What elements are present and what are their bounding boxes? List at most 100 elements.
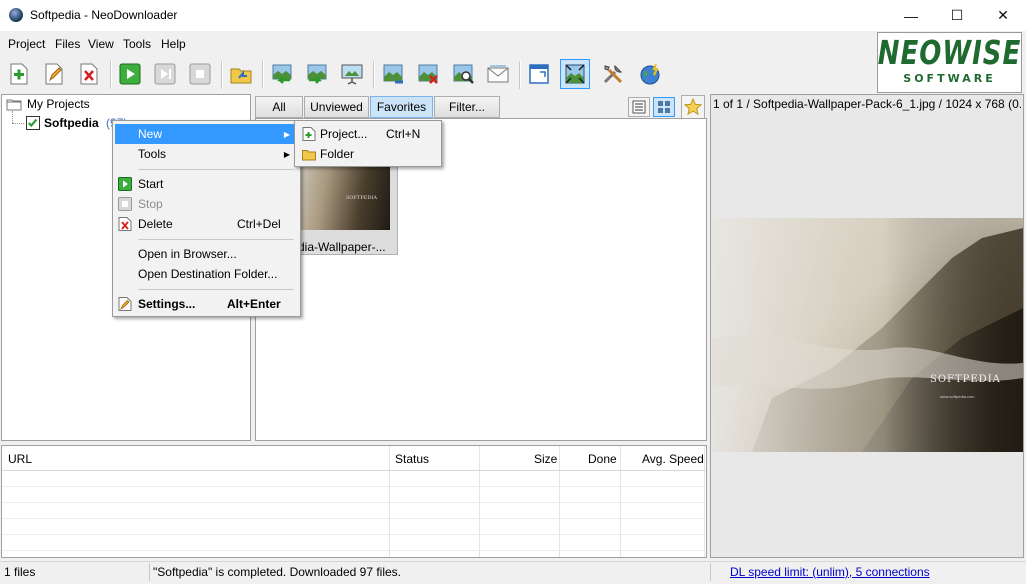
star-icon: [684, 98, 702, 116]
column-status[interactable]: Status: [395, 452, 429, 466]
tree-line: [12, 123, 24, 125]
foggy-forest-image: [712, 218, 1023, 452]
toolbar-separator: [221, 61, 223, 89]
menu-item-new[interactable]: New ▶: [115, 124, 298, 144]
menu-files[interactable]: Files: [55, 37, 80, 51]
status-message: "Softpedia" is completed. Downloaded 97 …: [153, 565, 401, 579]
resume-icon[interactable]: [152, 61, 178, 87]
fullscreen-icon[interactable]: [560, 59, 590, 89]
toolbar-separator: [110, 61, 112, 89]
preview-image: SOFTPEDIA www.softpedia.com: [712, 218, 1023, 452]
submenu-arrow-icon: ▶: [283, 149, 290, 159]
menu-item-settings[interactable]: Settings... Alt+Enter: [115, 294, 298, 314]
column-size[interactable]: Size: [534, 452, 557, 466]
email-icon[interactable]: [485, 61, 511, 87]
submenu-item-project-label: Project...: [320, 127, 368, 141]
column-done[interactable]: Done: [588, 452, 617, 466]
menu-item-settings-shortcut: Alt+Enter: [227, 297, 281, 311]
tab-unviewed[interactable]: Unviewed: [304, 96, 369, 118]
column-avg-speed[interactable]: Avg. Speed: [642, 452, 704, 466]
delete-icon[interactable]: [76, 61, 102, 87]
edit-icon[interactable]: [41, 61, 67, 87]
folder-icon: [302, 150, 316, 161]
neowise-logo: NEOWISE SOFTWARE: [877, 32, 1022, 93]
menu-help[interactable]: Help: [161, 37, 186, 51]
preview-watermark-url: www.softpedia.com: [940, 394, 975, 399]
globe-icon[interactable]: [637, 61, 663, 87]
menu-item-start[interactable]: Start: [115, 174, 298, 194]
menu-item-new-label: New: [138, 127, 163, 141]
submenu-item-project-shortcut: Ctrl+N: [386, 127, 421, 141]
menu-item-open-browser[interactable]: Open in Browser...: [115, 244, 298, 264]
thumbnail-watermark: SOFTPEDIA: [346, 195, 377, 201]
new-project-icon[interactable]: [6, 61, 32, 87]
app-icon: [9, 8, 23, 22]
maximize-icon: ☐: [950, 7, 964, 23]
tree-project-label[interactable]: Softpedia: [44, 116, 99, 130]
tab-favorites[interactable]: Favorites: [370, 96, 433, 118]
logo-word: NEOWISE: [877, 34, 1022, 73]
grid-view-icon: [658, 101, 670, 113]
open-folder-icon[interactable]: [228, 61, 254, 87]
menu-view[interactable]: View: [88, 37, 114, 51]
close-button[interactable]: ✕: [980, 0, 1026, 31]
submenu-item-folder[interactable]: Folder: [297, 144, 439, 164]
menu-item-delete-shortcut: Ctrl+Del: [237, 217, 281, 231]
thumbnail-view-button[interactable]: [653, 97, 675, 117]
tree-root-label[interactable]: My Projects: [27, 97, 90, 111]
menu-separator: [138, 239, 294, 240]
start-icon[interactable]: [117, 61, 143, 87]
menu-separator: [138, 169, 294, 170]
image-search-icon[interactable]: [450, 61, 476, 87]
list-view-button[interactable]: [628, 97, 650, 117]
menu-item-delete-label: Delete: [138, 217, 173, 231]
folder-icon: [6, 97, 22, 111]
submenu-item-folder-label: Folder: [320, 147, 355, 161]
maximize-button[interactable]: ☐: [934, 0, 980, 31]
speed-limit-link[interactable]: DL speed limit: (unlim), 5 connections: [730, 565, 930, 579]
menu-separator: [138, 289, 294, 290]
delete-icon: [118, 217, 132, 231]
column-url[interactable]: URL: [8, 452, 32, 466]
checkbox-icon[interactable]: [26, 116, 40, 130]
logo-subtitle: SOFTWARE: [903, 71, 996, 85]
minimize-button[interactable]: —: [888, 0, 934, 31]
tools-icon[interactable]: [600, 61, 626, 87]
thumbnail-caption: dia-Wallpaper-...: [298, 240, 386, 254]
tab-filter[interactable]: Filter...: [434, 96, 500, 118]
status-file-count: 1 files: [4, 565, 36, 579]
window-icon[interactable]: [526, 61, 552, 87]
menu-item-open-folder[interactable]: Open Destination Folder...: [115, 264, 298, 284]
tab-all[interactable]: All: [255, 96, 303, 118]
submenu-item-project[interactable]: Project... Ctrl+N: [297, 124, 439, 144]
tree-line: [12, 111, 14, 123]
start-icon: [118, 177, 132, 191]
toolbar-separator: [262, 61, 264, 89]
submenu-arrow-icon: ▶: [283, 129, 290, 139]
grid-line: [2, 502, 706, 503]
settings-icon: [118, 297, 132, 311]
menu-item-tools-label: Tools: [138, 147, 167, 161]
menu-item-settings-label: Settings...: [138, 297, 196, 311]
favorites-star-button[interactable]: [681, 95, 705, 119]
menu-item-stop[interactable]: Stop: [115, 194, 298, 214]
image-view-icon[interactable]: [380, 61, 406, 87]
toolbar-separator: [373, 61, 375, 89]
menu-tools[interactable]: Tools: [123, 37, 151, 51]
list-view-icon: [632, 100, 646, 114]
menu-item-open-folder-label: Open Destination Folder...: [138, 267, 278, 281]
export-icon[interactable]: [304, 61, 330, 87]
presentation-icon[interactable]: [339, 61, 365, 87]
minimize-icon: —: [904, 7, 918, 24]
grid-line: [2, 534, 706, 535]
import-icon[interactable]: [269, 61, 295, 87]
header-divider: [2, 470, 706, 471]
image-delete-icon[interactable]: [415, 61, 441, 87]
window-title: Softpedia - NeoDownloader: [30, 8, 178, 22]
menu-item-open-browser-label: Open in Browser...: [138, 247, 237, 261]
thumbnail-image: SOFTPEDIA: [290, 160, 390, 230]
menu-item-delete[interactable]: Delete Ctrl+Del: [115, 214, 298, 234]
menu-project[interactable]: Project: [8, 37, 45, 51]
stop-icon[interactable]: [187, 61, 213, 87]
menu-item-tools[interactable]: Tools ▶: [115, 144, 298, 164]
